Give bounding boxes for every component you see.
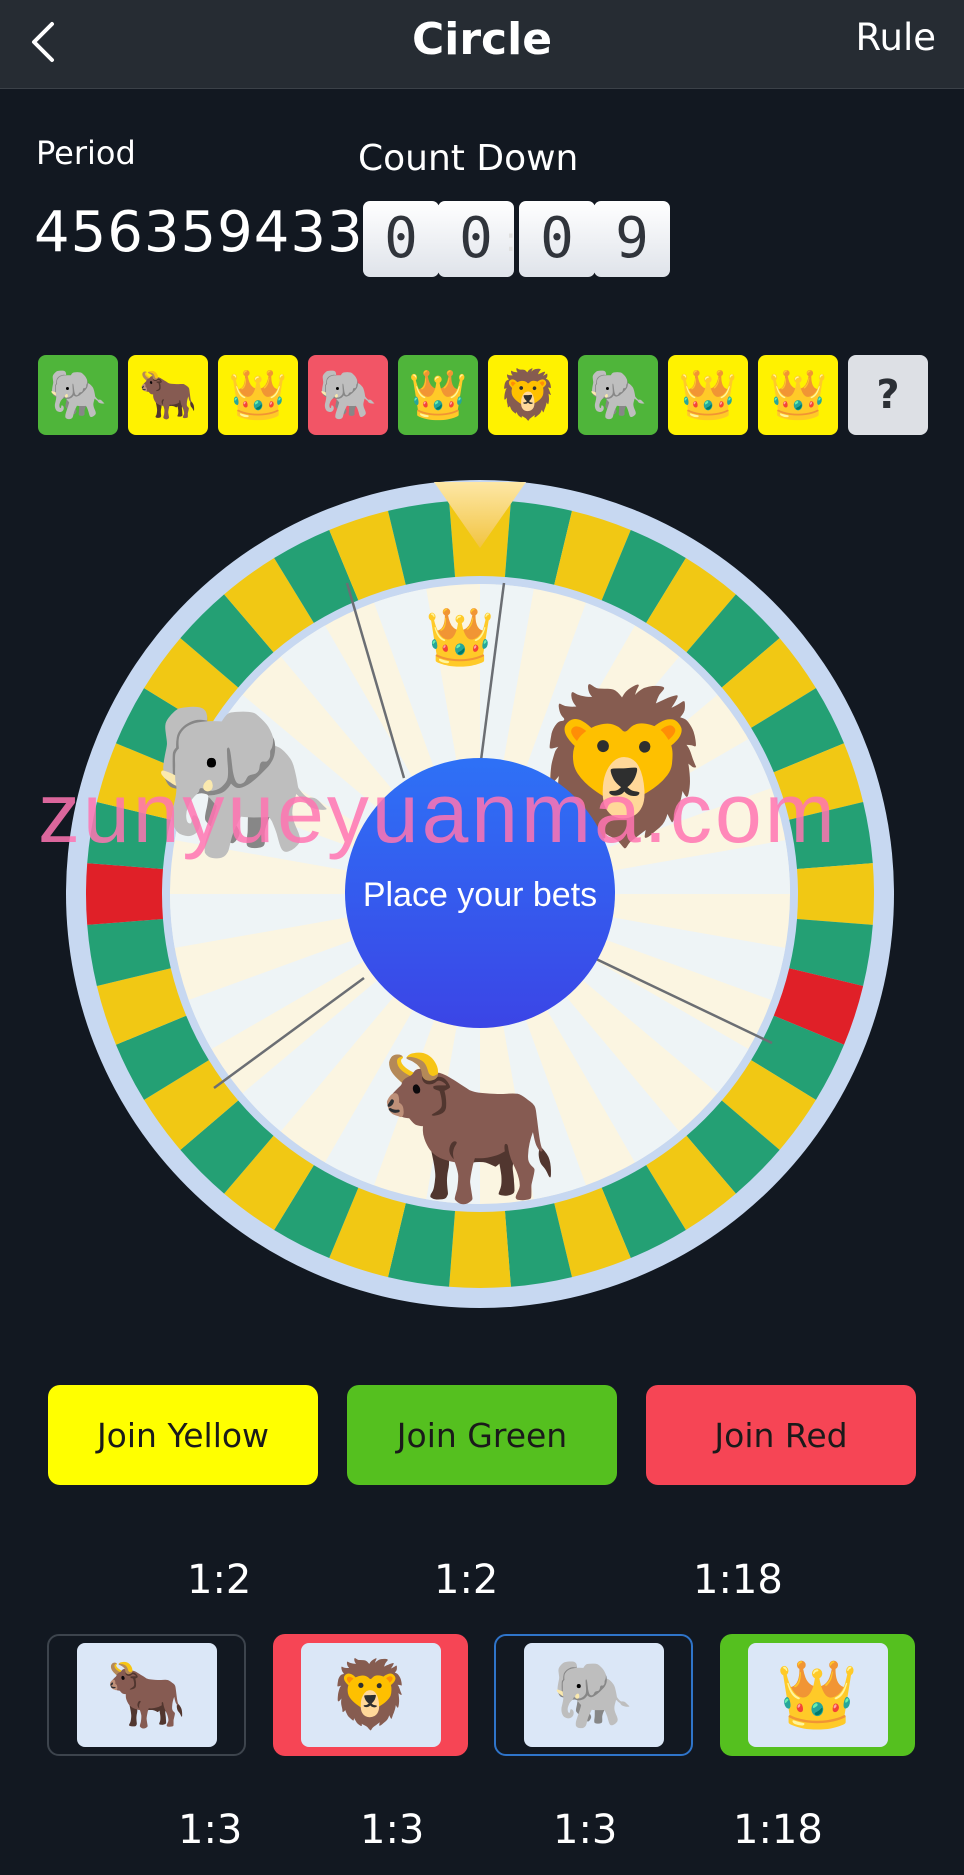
elephant-icon: 🐘 <box>318 367 378 423</box>
page-title: Circle <box>411 14 553 65</box>
bet-ratio-crown: 1:18 <box>733 1807 823 1853</box>
bet-ratio-lion: 1:3 <box>360 1807 425 1853</box>
elephant-icon: 🐘 <box>588 367 648 423</box>
history-item-crown: 👑 <box>758 355 838 435</box>
crown-icon: 👑 <box>408 367 468 423</box>
spin-wheel: 👑 🦁 🐂 🐘 Place your bets <box>66 480 894 1308</box>
history-item-elephant: 🐘 <box>308 355 388 435</box>
wheel-elephant-icon: 🐘 <box>151 695 338 869</box>
bet-card-crown[interactable]: 👑 <box>720 1634 915 1756</box>
elephant-icon: 🐘 <box>48 367 108 423</box>
bet-ratio-elephant: 1:3 <box>553 1807 618 1853</box>
wheel-segment <box>797 863 874 925</box>
wheel-segment <box>85 863 163 925</box>
elephant-icon: 🐘 <box>552 1656 635 1733</box>
crown-icon: 👑 <box>678 367 738 423</box>
ratio-green: 1:2 <box>434 1557 499 1603</box>
cow-icon: 🐂 <box>138 367 198 423</box>
lion-icon: 🦁 <box>498 367 558 423</box>
history-item-elephant: 🐘 <box>578 355 658 435</box>
lion-icon: 🦁 <box>329 1656 412 1733</box>
join-yellow-button[interactable]: Join Yellow <box>48 1385 318 1485</box>
ratio-red: 1:18 <box>693 1557 783 1603</box>
center-status-text: Place your bets <box>363 876 597 914</box>
bet-card-cow[interactable]: 🐂 <box>47 1634 246 1756</box>
crown-icon: 👑 <box>776 1656 859 1733</box>
join-red-button[interactable]: Join Red <box>646 1385 916 1485</box>
app-header: Circle Rule <box>0 0 964 89</box>
crown-icon: 👑 <box>228 367 288 423</box>
crown-icon: 👑 <box>768 367 828 423</box>
history-item-crown: 👑 <box>398 355 478 435</box>
period-value: 4563594332 <box>34 200 401 265</box>
bet-ratio-cow: 1:3 <box>178 1807 243 1853</box>
countdown-digit: 0 <box>438 201 514 277</box>
history-item-pending: ? <box>848 355 928 435</box>
history-item-crown: 👑 <box>218 355 298 435</box>
countdown-separator: : <box>505 220 517 260</box>
history-item-elephant: 🐘 <box>38 355 118 435</box>
countdown-label: Count Down <box>358 138 579 179</box>
result-history: 🐘 🐂 👑 🐘 👑 🦁 🐘 👑 👑 ? <box>38 355 928 435</box>
countdown-digit: 0 <box>519 201 595 277</box>
bet-card-elephant-image: 🐘 <box>523 1643 664 1747</box>
countdown-digit: 0 <box>363 201 439 277</box>
wheel-crown-icon: 👑 <box>425 605 495 670</box>
bet-card-elephant[interactable]: 🐘 <box>494 1634 693 1756</box>
join-green-button[interactable]: Join Green <box>347 1385 617 1485</box>
bet-card-crown-image: 👑 <box>747 1643 888 1747</box>
join-buttons: Join Yellow Join Green Join Red <box>48 1385 916 1485</box>
history-item-lion: 🦁 <box>488 355 568 435</box>
question-mark-icon: ? <box>876 372 900 418</box>
bet-card-cow-image: 🐂 <box>76 1643 217 1747</box>
wheel-segment <box>449 1211 511 1288</box>
history-item-cow: 🐂 <box>128 355 208 435</box>
countdown-digit: 9 <box>594 201 670 277</box>
period-label: Period <box>36 134 136 172</box>
ratio-yellow: 1:2 <box>187 1557 252 1603</box>
bet-card-lion-image: 🦁 <box>300 1643 441 1747</box>
history-item-crown: 👑 <box>668 355 748 435</box>
bet-card-lion[interactable]: 🦁 <box>273 1634 468 1756</box>
cow-icon: 🐂 <box>105 1656 188 1733</box>
rule-button[interactable]: Rule <box>855 16 936 59</box>
wheel-cow-icon: 🐂 <box>376 1040 563 1214</box>
